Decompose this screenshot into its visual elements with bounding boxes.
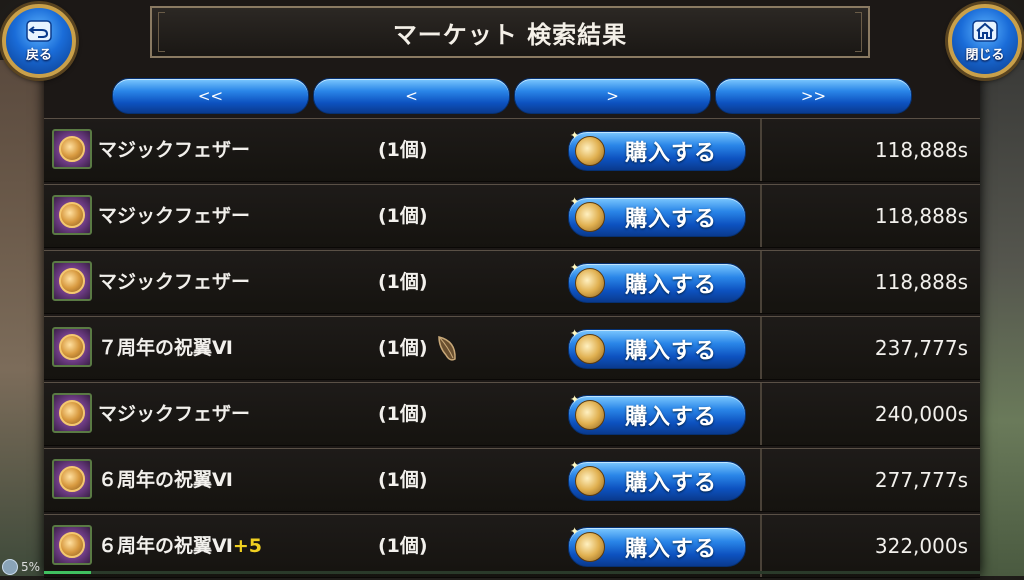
listing-list: マジックフェザー (1個) 購入する 118,888s マジックフェザー (1個… [44,118,980,580]
leaf-icon [438,336,456,361]
listing-row: マジックフェザー (1個) 購入する 118,888s [44,118,980,182]
buy-button[interactable]: 購入する [568,393,746,435]
listing-row: ６周年の祝翼Ⅵ (1個) 購入する 277,777s [44,448,980,512]
item-name: マジックフェザー [98,251,250,313]
item-price: 237,777s [874,336,968,360]
item-name-text: ６周年の祝翼Ⅵ [98,469,233,491]
next-page-button[interactable]: > [514,78,711,114]
close-button[interactable]: 閉じる [948,4,1022,78]
listing-row: マジックフェザー (1個) 購入する 240,000s [44,382,980,446]
coin-emblem-icon [59,400,85,426]
first-page-button[interactable]: << [112,78,309,114]
item-icon [52,459,92,499]
item-price: 322,000s [874,534,968,558]
price-cell: 322,000s [760,515,982,577]
buy-label: 購入する [625,141,718,166]
status-indicator: 5% [2,558,40,576]
coin-bag-icon [570,261,605,298]
pager: << < > >> [112,78,912,114]
listing-row: ６周年の祝翼Ⅵ+5 (1個) 購入する 322,000s [44,514,980,578]
item-quantity: (1個) [378,469,428,491]
buy-label: 購入する [625,405,718,430]
buy-label: 購入する [625,339,718,364]
item-name-text: ７周年の祝翼Ⅵ [98,337,233,359]
buy-button[interactable]: 購入する [568,525,746,567]
item-name: マジックフェザー [98,119,250,181]
item-price: 118,888s [874,138,968,162]
title-bar: マーケット 検索結果 [150,6,870,58]
item-name-text: マジックフェザー [98,403,251,425]
item-name: ６周年の祝翼Ⅵ+5 [98,515,262,577]
item-quantity: (1個) [378,271,428,293]
item-name: ７周年の祝翼Ⅵ [98,317,233,379]
buy-label: 購入する [625,537,718,562]
last-page-button[interactable]: >> [715,78,912,114]
item-price: 240,000s [874,402,968,426]
coin-emblem-icon [59,334,85,360]
item-quantity: (1個) [378,205,428,227]
item-icon [52,195,92,235]
coin-emblem-icon [59,202,85,228]
item-icon [52,327,92,367]
price-cell: 277,777s [760,449,982,511]
coin-bag-icon [570,327,605,364]
coin-emblem-icon [59,466,85,492]
coin-bag-icon [570,129,605,166]
buy-button[interactable]: 購入する [568,129,746,171]
coin-bag-icon [570,393,605,430]
item-quantity: (1個) [378,403,428,425]
item-price: 277,777s [874,468,968,492]
page-title: マーケット 検索結果 [392,20,628,49]
price-cell: 118,888s [760,251,982,313]
listing-row: マジックフェザー (1個) 購入する 118,888s [44,250,980,314]
buy-button[interactable]: 購入する [568,261,746,303]
item-name: マジックフェザー [98,185,250,247]
buy-button[interactable]: 購入する [568,327,746,369]
price-cell: 240,000s [760,383,982,445]
item-quantity: (1個) [378,337,428,359]
home-icon [972,19,998,42]
coin-emblem-icon [59,268,85,294]
listing-row: ７周年の祝翼Ⅵ (1個) 購入する 237,777s [44,316,980,380]
coin-bag-icon [570,459,605,496]
close-label: 閉じる [965,47,1005,63]
price-cell: 118,888s [760,185,982,247]
listing-row: マジックフェザー (1個) 購入する 118,888s [44,184,980,248]
item-quantity: (1個) [378,139,428,161]
buy-label: 購入する [625,471,718,496]
battery-icon [2,559,18,575]
item-icon [52,129,92,169]
back-button[interactable]: 戻る [2,4,76,78]
buy-button[interactable]: 購入する [568,195,746,237]
prev-page-button[interactable]: < [313,78,510,114]
coin-bag-icon [570,195,605,232]
item-quantity: (1個) [378,535,428,557]
item-name-text: マジックフェザー [98,205,251,227]
return-arrow-icon [26,19,52,42]
item-icon [52,525,92,565]
item-plus: +5 [232,535,263,557]
buy-label: 購入する [625,207,718,232]
item-name-text: マジックフェザー [98,139,251,161]
item-name-text: ６周年の祝翼Ⅵ [98,535,233,557]
price-cell: 118,888s [760,119,982,181]
item-icon [52,261,92,301]
buy-label: 購入する [625,273,718,298]
item-name: マジックフェザー [98,383,250,445]
coin-emblem-icon [59,532,85,558]
coin-bag-icon [570,525,605,562]
buy-button[interactable]: 購入する [568,459,746,501]
item-name-text: マジックフェザー [98,271,251,293]
price-cell: 237,777s [760,317,982,379]
item-icon [52,393,92,433]
progress-fill [44,571,91,574]
item-name: ６周年の祝翼Ⅵ [98,449,233,511]
progress-bar [44,571,980,574]
item-price: 118,888s [874,204,968,228]
coin-emblem-icon [59,136,85,162]
battery-text: 5% [21,560,41,574]
item-price: 118,888s [874,270,968,294]
back-label: 戻る [25,47,52,63]
